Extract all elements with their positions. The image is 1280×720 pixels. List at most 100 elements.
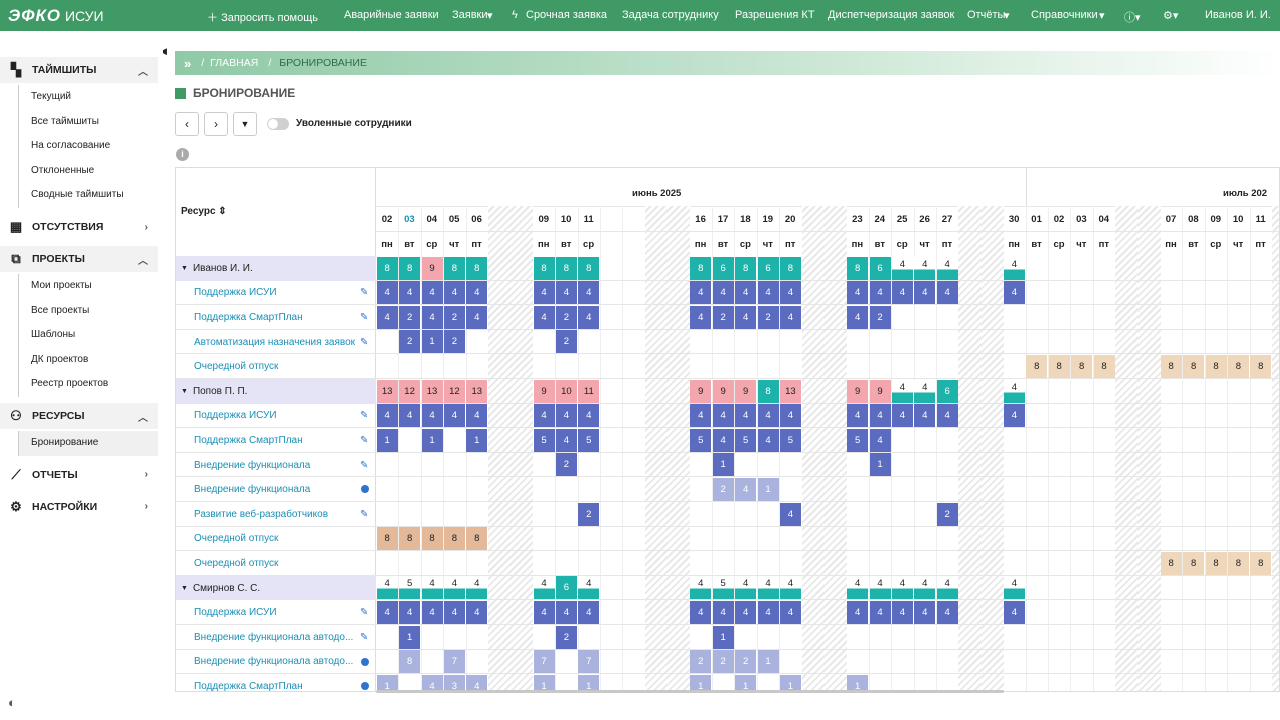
booking-cell[interactable]: 7 — [443, 650, 465, 674]
booking-cell[interactable]: 8 — [1250, 551, 1272, 575]
booking-cell[interactable]: 4 — [779, 600, 801, 624]
sidebar-item[interactable]: Отклоненные — [18, 158, 158, 184]
booking-cell[interactable]: 4 — [1003, 281, 1025, 305]
booking-cell[interactable]: 4 — [914, 256, 936, 280]
booking-cell[interactable]: 1 — [421, 428, 443, 452]
sidebar-item[interactable]: Шаблоны — [18, 323, 158, 348]
filter-button[interactable]: ▼ — [233, 112, 257, 136]
booking-cell[interactable]: 8 — [376, 256, 398, 280]
booking-cell[interactable]: 1 — [466, 428, 488, 452]
booking-cell[interactable]: 4 — [376, 281, 398, 305]
booking-cell[interactable]: 4 — [735, 576, 757, 600]
edit-icon[interactable]: ✎ — [360, 435, 368, 446]
booking-cell[interactable]: 4 — [779, 404, 801, 428]
booking-cell[interactable]: 4 — [757, 600, 779, 624]
booking-cell[interactable]: 4 — [578, 576, 600, 600]
edit-icon[interactable]: ✎ — [360, 509, 368, 520]
booking-cell[interactable]: 4 — [891, 404, 913, 428]
booking-cell[interactable]: 8 — [847, 256, 869, 280]
booking-cell[interactable]: 4 — [533, 281, 555, 305]
booking-cell[interactable]: 8 — [1183, 354, 1205, 378]
booking-cell[interactable]: 8 — [443, 256, 465, 280]
edit-icon[interactable]: ✎ — [360, 632, 368, 643]
sidebar-item[interactable]: Все таймшиты — [18, 109, 158, 135]
booking-cell[interactable]: 2 — [936, 502, 958, 526]
breadcrumb-home[interactable]: ГЛАВНАЯ — [210, 57, 258, 69]
horizontal-scrollbar[interactable] — [376, 690, 1004, 693]
booking-cell[interactable]: 8 — [1227, 551, 1249, 575]
booking-cell[interactable]: 1 — [757, 477, 779, 501]
booking-cell[interactable]: 4 — [735, 404, 757, 428]
booking-cell[interactable]: 12 — [399, 379, 421, 403]
booking-cell[interactable]: 4 — [555, 404, 577, 428]
booking-cell[interactable]: 4 — [735, 281, 757, 305]
booking-cell[interactable]: 4 — [847, 576, 869, 600]
booking-cell[interactable]: 4 — [914, 379, 936, 403]
booking-cell[interactable]: 4 — [466, 281, 488, 305]
booking-cell[interactable]: 8 — [421, 527, 443, 551]
task-name[interactable]: Развитие веб-разработчиков — [194, 509, 328, 520]
booking-cell[interactable]: 4 — [1003, 379, 1025, 403]
sidebar-section-1[interactable]: ▦ ОТСУТСТВИЯ › — [0, 214, 158, 240]
chevron-down-icon[interactable]: ▾ — [1004, 9, 1010, 22]
booking-cell[interactable]: 4 — [1003, 404, 1025, 428]
booking-cell[interactable]: 12 — [443, 379, 465, 403]
booking-cell[interactable]: 4 — [779, 576, 801, 600]
booking-cell[interactable]: 2 — [555, 453, 577, 477]
booking-cell[interactable]: 4 — [891, 600, 913, 624]
booking-cell[interactable]: 4 — [421, 576, 443, 600]
booking-cell[interactable]: 4 — [936, 404, 958, 428]
booking-cell[interactable]: 4 — [891, 256, 913, 280]
sidebar-section-4[interactable]: ⟋ ОТЧЕТЫ › — [0, 462, 158, 488]
booking-cell[interactable]: 2 — [443, 305, 465, 329]
booking-cell[interactable]: 4 — [690, 576, 712, 600]
booking-cell[interactable]: 2 — [443, 330, 465, 354]
person-row[interactable]: ▼ Смирнов С. С. — [176, 575, 376, 601]
nav-item[interactable]: Отчёты — [967, 9, 1005, 21]
booking-cell[interactable]: 13 — [376, 379, 398, 403]
booking-cell[interactable]: 8 — [555, 256, 577, 280]
booking-cell[interactable]: 9 — [735, 379, 757, 403]
booking-cell[interactable]: 8 — [1026, 354, 1048, 378]
booking-cell[interactable]: 4 — [399, 404, 421, 428]
edit-icon[interactable]: ✎ — [360, 460, 368, 471]
booking-cell[interactable]: 4 — [914, 281, 936, 305]
booking-cell[interactable]: 2 — [757, 305, 779, 329]
task-name[interactable]: Поддержка СмартПлан — [194, 312, 303, 323]
info-icon[interactable]: i — [176, 148, 189, 161]
booking-cell[interactable]: 4 — [847, 600, 869, 624]
booking-cell[interactable]: 2 — [869, 305, 891, 329]
booking-cell[interactable]: 5 — [735, 428, 757, 452]
sidebar-item[interactable]: Все проекты — [18, 298, 158, 324]
task-name[interactable]: Поддержка ИСУИ — [194, 607, 277, 618]
booking-cell[interactable]: 2 — [712, 305, 734, 329]
booking-cell[interactable]: 8 — [1160, 354, 1182, 378]
booking-cell[interactable]: 4 — [578, 404, 600, 428]
booking-cell[interactable]: 4 — [735, 600, 757, 624]
booking-cell[interactable]: 4 — [421, 404, 443, 428]
task-row[interactable]: Поддержка СмартПлан ✎ — [176, 428, 376, 453]
booking-cell[interactable]: 1 — [869, 453, 891, 477]
booking-cell[interactable]: 6 — [936, 379, 958, 403]
task-name[interactable]: Поддержка СмартПлан — [194, 681, 303, 691]
nav-item[interactable]: Разрешения КТ — [735, 9, 815, 21]
booking-cell[interactable]: 4 — [376, 305, 398, 329]
booking-cell[interactable]: 4 — [1003, 600, 1025, 624]
booking-cell[interactable]: 4 — [443, 281, 465, 305]
sidebar-item[interactable]: Бронирование — [18, 431, 158, 456]
booking-cell[interactable]: 4 — [712, 600, 734, 624]
booking-cell[interactable]: 4 — [757, 576, 779, 600]
booking-cell[interactable]: 2 — [735, 650, 757, 674]
person-row[interactable]: ▼ Иванов И. И. — [176, 256, 376, 281]
booking-cell[interactable]: 4 — [712, 404, 734, 428]
booking-cell[interactable]: 4 — [847, 281, 869, 305]
booking-cell[interactable]: 2 — [555, 625, 577, 649]
task-row[interactable]: Автоматизация назначения заявок ✎ — [176, 330, 376, 355]
booking-cell[interactable]: 5 — [578, 428, 600, 452]
booking-cell[interactable]: 4 — [443, 600, 465, 624]
booking-cell[interactable]: 4 — [466, 305, 488, 329]
help-button[interactable]: ＋ Запросить помощь — [207, 9, 318, 25]
collapse-icon[interactable]: ▼ — [181, 388, 188, 395]
booking-cell[interactable]: 4 — [1003, 576, 1025, 600]
booking-cell[interactable]: 4 — [712, 281, 734, 305]
